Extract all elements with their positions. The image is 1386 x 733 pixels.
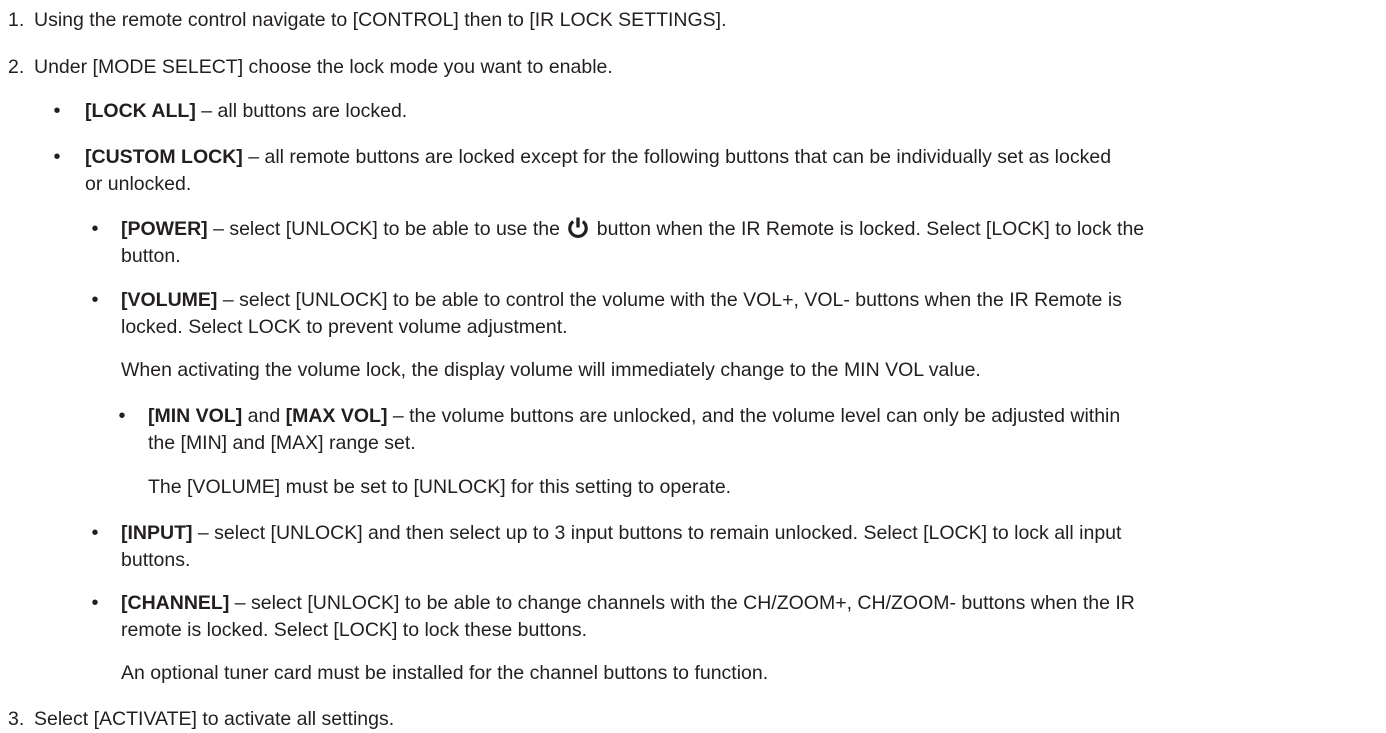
item-description-after-icon: button when the IR Remote is locked. Sel… xyxy=(591,218,1145,240)
power-icon xyxy=(566,217,590,239)
item-label: [VOLUME] xyxy=(121,289,218,311)
bullet: • xyxy=(91,592,99,614)
item-description: – select [UNLOCK] to be able to use the xyxy=(207,218,566,240)
item-text: [INPUT] – select [UNLOCK] and then selec… xyxy=(121,520,1380,574)
bullet: • xyxy=(53,146,61,168)
item-description-cont: the [MIN] and [MAX] range set. xyxy=(148,432,416,454)
mode-description: – all buttons are locked. xyxy=(195,100,408,122)
mode-description-cont: or unlocked. xyxy=(85,173,192,195)
bullet: • xyxy=(91,218,99,240)
note-text: An optional tuner card must be installed… xyxy=(121,662,769,684)
item-description-cont: remote is locked. Select [LOCK] to lock … xyxy=(121,619,588,641)
item-text: [VOLUME] – select [UNLOCK] to be able to… xyxy=(121,287,1380,341)
mode-description: – all remote buttons are locked except f… xyxy=(242,146,1112,168)
item-description: – select [UNLOCK] to be able to control … xyxy=(217,289,1122,311)
item-text: [CHANNEL] – select [UNLOCK] to be able t… xyxy=(121,590,1380,644)
item-description: – select [UNLOCK] and then select up to … xyxy=(192,522,1122,544)
bullet: • xyxy=(118,405,126,427)
bullet: • xyxy=(91,289,99,311)
item-text: [MIN VOL] and [MAX VOL] – the volume but… xyxy=(148,403,1380,457)
item-description-cont: locked. Select LOCK to prevent volume ad… xyxy=(121,316,568,338)
item-label-min: [MIN VOL] xyxy=(148,405,243,427)
item-label: [POWER] xyxy=(121,218,208,240)
step-text: Under [MODE SELECT] choose the lock mode… xyxy=(34,56,613,78)
instruction-document: 1. Using the remote control navigate to … xyxy=(0,0,1386,731)
item-and: and xyxy=(242,405,286,427)
mode-label: [LOCK ALL] xyxy=(85,100,196,122)
item-description: – the volume buttons are unlocked, and t… xyxy=(387,405,1121,427)
item-label: [CHANNEL] xyxy=(121,592,230,614)
note-text: The [VOLUME] must be set to [UNLOCK] for… xyxy=(148,476,732,498)
mode-label: [CUSTOM LOCK] xyxy=(85,146,243,168)
item-label: [INPUT] xyxy=(121,522,193,544)
bullet: • xyxy=(53,100,61,122)
item-text: [POWER] – select [UNLOCK] to be able to … xyxy=(121,216,1380,270)
bullet: • xyxy=(91,522,99,544)
mode-text: [LOCK ALL] – all buttons are locked. xyxy=(85,98,1380,125)
note-text: When activating the volume lock, the dis… xyxy=(121,359,981,381)
mode-text: [CUSTOM LOCK] – all remote buttons are l… xyxy=(85,144,1380,198)
step-text: Select [ACTIVATE] to activate all settin… xyxy=(34,708,395,730)
item-description: – select [UNLOCK] to be able to change c… xyxy=(229,592,1135,614)
item-label-max: [MAX VOL] xyxy=(285,405,388,427)
item-description-cont: buttons. xyxy=(121,549,191,571)
step-text: Using the remote control navigate to [CO… xyxy=(34,9,727,31)
item-description-cont: button. xyxy=(121,245,181,267)
